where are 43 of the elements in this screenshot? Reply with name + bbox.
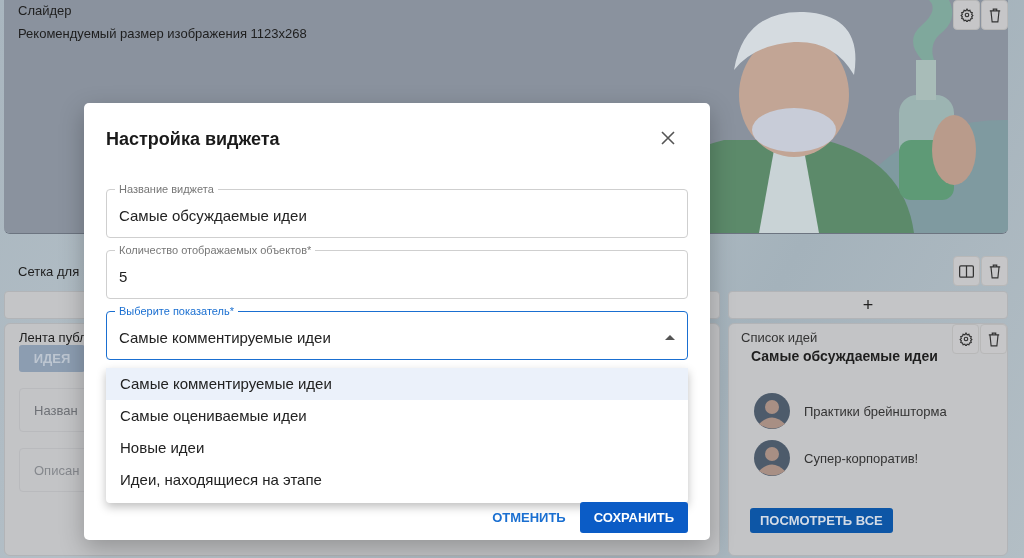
columns-icon: [959, 264, 974, 278]
settings-icon: [959, 8, 974, 22]
field-placeholder: Назван: [34, 402, 78, 418]
settings-button[interactable]: [952, 324, 979, 354]
menu-option[interactable]: Новые идеи: [106, 432, 688, 464]
field-label: Название виджета: [118, 183, 215, 196]
field-label: Выберите показатель*: [118, 305, 236, 318]
cancel-button[interactable]: ОТМЕНИТЬ: [492, 510, 566, 525]
see-all-button[interactable]: ПОСМОТРЕТЬ ВСЕ: [750, 508, 893, 533]
field-placeholder: Описан: [34, 462, 80, 478]
field-value: Самые обсуждаемые идеи: [119, 207, 308, 224]
close-icon: [661, 131, 675, 145]
settings-icon: [958, 332, 973, 346]
delete-button[interactable]: [980, 324, 1007, 354]
select-field[interactable]: Выберите показатель* Самые комментируемые идеи: [106, 305, 688, 360]
widget-title: Самые обсуждаемые идеи: [751, 348, 938, 364]
add-button[interactable]: +: [728, 291, 1008, 319]
text-field[interactable]: Название виджета Самые обсуждаемые идеи: [106, 183, 688, 238]
save-button[interactable]: СОХРАНИТЬ: [579, 502, 688, 533]
split-button[interactable]: [953, 256, 980, 286]
avatar-icon: [754, 393, 790, 429]
slider-title: Слайдер: [18, 3, 72, 18]
menu-option[interactable]: Идеи, находящиеся на этапе: [106, 464, 688, 496]
dialog-title: Настройка виджета: [106, 128, 280, 150]
widget-label: Список идей: [741, 330, 818, 345]
trash-icon: [986, 331, 1001, 347]
settings-button[interactable]: [953, 0, 980, 30]
text-field[interactable]: Количество отображаемых объектов* 5: [106, 244, 688, 299]
field-value: 5: [119, 268, 129, 285]
field-value: Самые комментируемые идеи: [119, 328, 332, 346]
field-label: Количество отображаемых объектов*: [118, 244, 313, 257]
avatar-icon: [754, 440, 790, 476]
delete-button[interactable]: [981, 256, 1008, 286]
close-button[interactable]: [661, 131, 677, 147]
idea-title[interactable]: Супер-корпоратив!: [804, 450, 919, 466]
image-size-hint: Рекомендуемый размер изображения 1123x268: [18, 26, 307, 41]
trash-icon: [987, 263, 1002, 279]
grid-title: Сетка для: [17, 263, 80, 279]
delete-button[interactable]: [981, 0, 1008, 30]
menu-option[interactable]: Самые оцениваемые идеи: [106, 400, 688, 432]
menu-option[interactable]: Самые комментируемые идеи: [106, 368, 688, 400]
idea-title[interactable]: Практики брейншторма: [804, 403, 947, 419]
trash-icon: [987, 7, 1002, 23]
